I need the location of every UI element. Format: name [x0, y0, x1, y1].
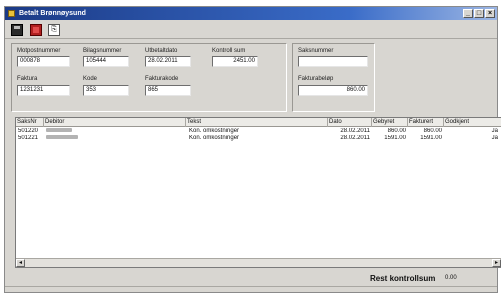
minimize-button[interactable]: _ [463, 9, 473, 18]
horizontal-scrollbar[interactable]: ◂ ▸ [16, 258, 501, 267]
cell-saksnr: 501221 [18, 135, 39, 141]
kontrollsum-field[interactable]: 2451.00 [212, 56, 258, 67]
cell-fakturert: 860.00 [423, 128, 442, 134]
table-row[interactable]: 501221 Kon. omkostninger 28.02.2011 1591… [16, 135, 501, 142]
fakturabelop-field[interactable]: 860.00 [298, 85, 368, 96]
bilagsnummer-field[interactable]: 105444 [83, 56, 129, 67]
cell-gebyret: 1591.00 [384, 135, 406, 141]
saksnummer-field[interactable] [298, 56, 368, 67]
fakturabelop-label: Fakturabeløp [298, 76, 334, 82]
window-title: Betalt Brønnøysund [19, 10, 86, 17]
column-header-debitor[interactable]: Debitor [44, 118, 186, 127]
rest-kontrollsum-label: Rest kontrollsum [370, 274, 436, 283]
cell-tekst: Kon. omkostninger [189, 128, 240, 134]
column-header-dato[interactable]: Dato [328, 118, 372, 127]
cell-debitor-redacted [46, 128, 72, 135]
cell-tekst: Kon. omkostninger [189, 135, 240, 141]
column-header-saksnr[interactable]: SaksNr [16, 118, 44, 127]
window-controls: _ □ × [463, 9, 495, 18]
fakturakode-field[interactable]: 865 [145, 85, 191, 96]
faktura-label: Faktura [17, 76, 38, 82]
payment-details-panel: Motpostnummer 000878 Bilagsnummer 105444… [11, 43, 287, 112]
kontrollsum-label: Kontroll sum [212, 48, 246, 54]
table-row[interactable]: 501220 Kon. omkostninger 28.02.2011 860.… [16, 128, 501, 135]
scroll-left-icon[interactable]: ◂ [16, 259, 25, 267]
cell-godkjent: Ja [491, 135, 498, 141]
invoice-grid[interactable]: SaksNr Debitor Tekst Dato Gebyret Faktur… [15, 117, 501, 268]
delete-icon[interactable] [30, 24, 42, 36]
scroll-right-icon[interactable]: ▸ [492, 259, 501, 267]
cell-saksnr: 501220 [18, 128, 39, 134]
kode-field[interactable]: 353 [83, 85, 129, 96]
column-header-gebyret[interactable]: Gebyret [372, 118, 408, 127]
motpostnummer-label: Motpostnummer [17, 48, 61, 54]
column-header-fakturert[interactable]: Fakturert [408, 118, 444, 127]
title-bar: Betalt Brønnøysund _ □ × [5, 7, 497, 20]
utbetaltdato-field[interactable]: 28.02.2011 [145, 56, 191, 67]
utbetaltdato-label: Utbetaltdato [145, 48, 178, 54]
cell-godkjent: Ja [491, 128, 498, 134]
close-button[interactable]: × [485, 9, 495, 18]
status-bar [5, 286, 497, 292]
rest-kontrollsum-value: 0.00 [445, 275, 457, 281]
cell-gebyret: 860.00 [387, 128, 406, 134]
motpostnummer-field[interactable]: 000878 [17, 56, 70, 67]
maximize-button[interactable]: □ [474, 9, 484, 18]
case-panel: Saksnummer Fakturabeløp 860.00 [292, 43, 375, 112]
bilagsnummer-label: Bilagsnummer [83, 48, 122, 54]
column-header-tekst[interactable]: Tekst [186, 118, 328, 127]
fakturakode-label: Fakturakode [145, 76, 179, 82]
grid-header: SaksNr Debitor Tekst Dato Gebyret Faktur… [16, 118, 501, 127]
cell-debitor-redacted [46, 135, 78, 142]
cell-dato: 28.02.2011 [340, 128, 370, 134]
cell-fakturert: 1591.00 [420, 135, 442, 141]
save-icon[interactable] [11, 24, 23, 36]
toolbar: ⎘ [5, 21, 497, 39]
cell-dato: 28.02.2011 [340, 135, 370, 141]
saksnummer-label: Saksnummer [298, 48, 334, 54]
column-header-godkjent[interactable]: Godkjent [444, 118, 501, 127]
faktura-field[interactable]: 1231231 [17, 85, 70, 96]
document-icon[interactable]: ⎘ [48, 24, 60, 36]
kode-label: Kode [83, 76, 98, 82]
app-icon [8, 10, 15, 17]
main-window: Betalt Brønnøysund _ □ × ⎘ Motpostnummer… [4, 6, 501, 293]
